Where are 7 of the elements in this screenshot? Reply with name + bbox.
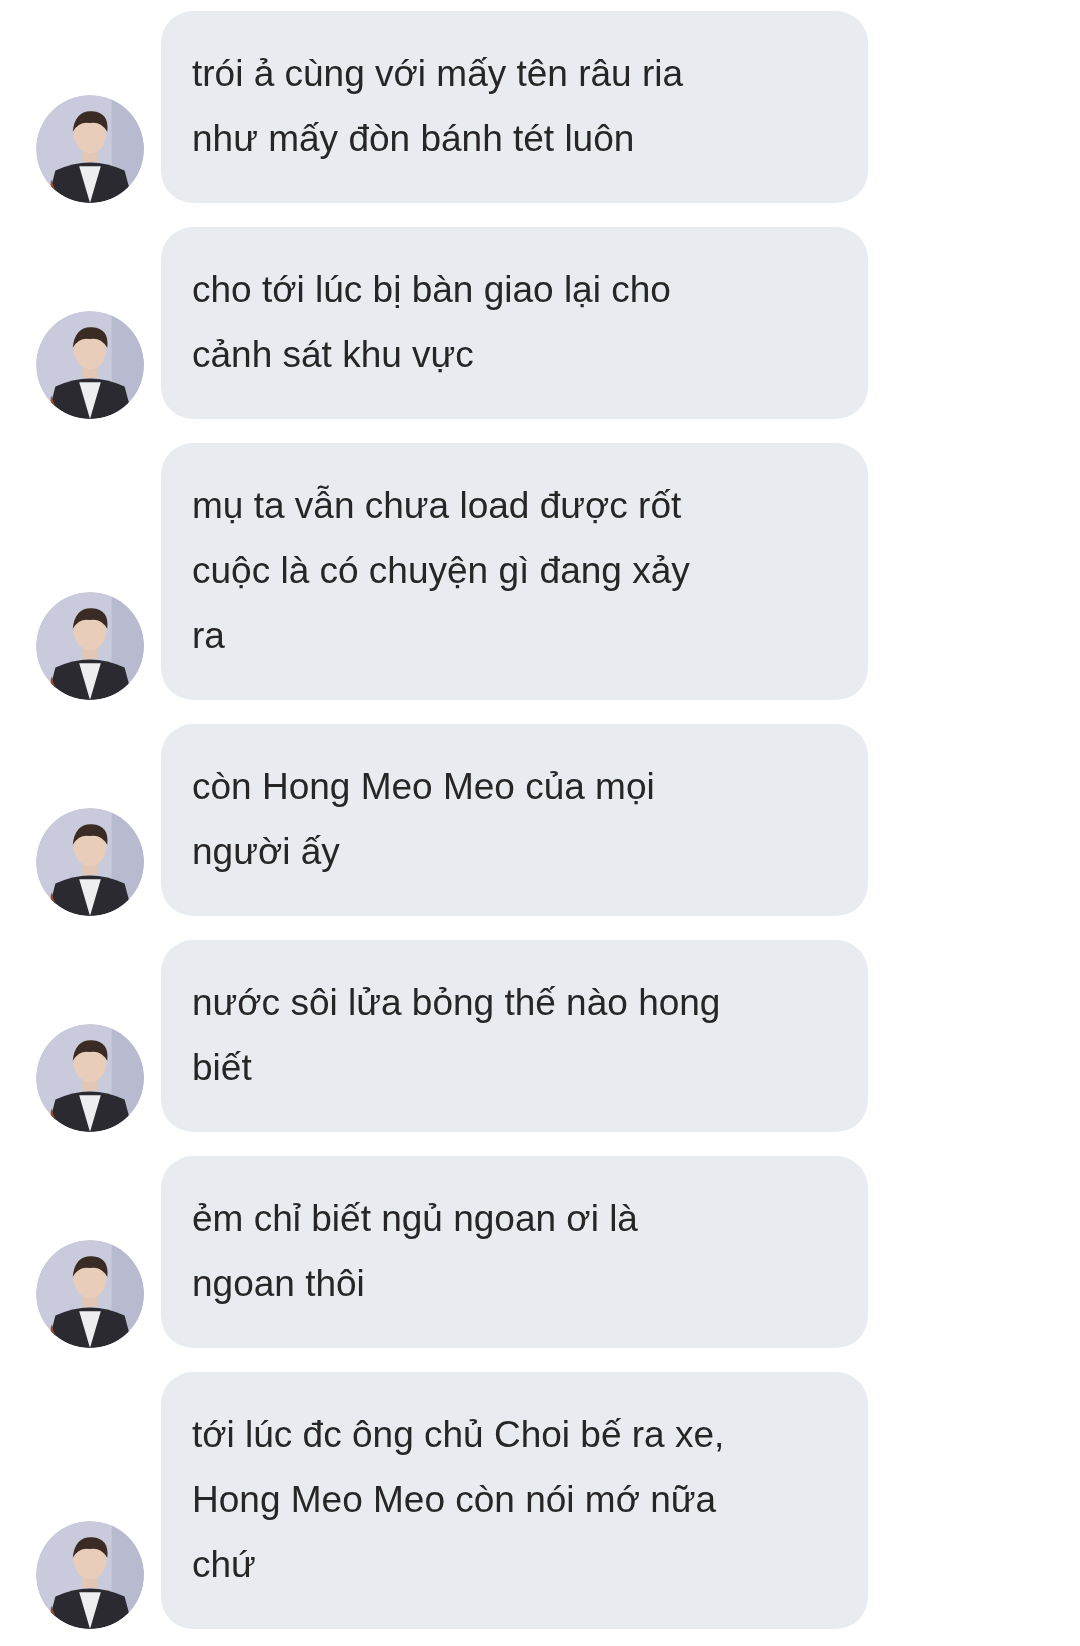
message-bubble: cho tới lúc bị bàn giao lại cho cảnh sát khu vực bbox=[161, 227, 868, 419]
message-bubble: mụ ta vẫn chưa load được rốt cuộc là có chuyện gì đang xảy ra bbox=[161, 443, 868, 700]
message-bubble: trói ả cùng với mấy tên râu ria như mấy đòn bánh tét luôn bbox=[161, 11, 868, 203]
message-bubble: tới lúc đc ông chủ Choi bế ra xe, Hong Meo Meo còn nói mớ nữa chứ bbox=[161, 1372, 868, 1629]
message-bubble: còn Hong Meo Meo của mọi người ấy bbox=[161, 724, 868, 916]
message-bubble: ẻm chỉ biết ngủ ngoan ơi là ngoan thôi bbox=[161, 1156, 868, 1348]
message-bubble: nước sôi lửa bỏng thế nào hong biết bbox=[161, 940, 868, 1132]
